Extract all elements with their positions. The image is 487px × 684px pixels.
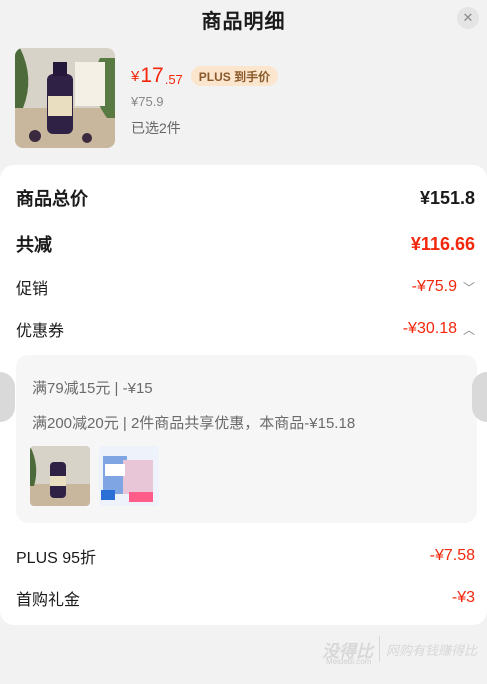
plus-discount-value: -¥7.58 [429, 547, 475, 564]
right-scroll-handle[interactable] [472, 372, 487, 422]
price-currency: ¥ [131, 67, 140, 85]
plus-price-badge: PLUS 到手价 [190, 66, 279, 86]
coupon-line-2: 满200减20元 | 2件商品共享优惠，本商品-¥15.18 [32, 415, 356, 432]
price-row: ¥ 17 .57 PLUS 到手价 [131, 64, 279, 88]
coupon-row[interactable]: 优惠券 -¥30.18 ︿ [16, 317, 475, 341]
coupon-line-1: 满79减15元 | -¥15 [32, 380, 153, 397]
coupon-product-image-1 [30, 446, 90, 506]
watermark-slogan: 网购有钱赚得比 [385, 642, 477, 658]
total-reduction-row: 共减 ¥116.66 [16, 231, 475, 257]
watermark-sub: Meidebi.com [325, 657, 372, 666]
first-purchase-label: 首购礼金 [16, 592, 81, 609]
left-scroll-handle[interactable] [0, 372, 15, 422]
price-detail-card: 商品总价 ¥151.8 共减 ¥116.66 促销 -¥75.9 ﹀ 优惠券 -… [0, 165, 487, 625]
watermark-divider [378, 636, 380, 662]
chevron-up-icon: ︿ [462, 322, 475, 337]
product-summary: ¥ 17 .57 PLUS 到手价 ¥75.9 已选2件 [15, 48, 475, 150]
coupon-product-image-2 [99, 446, 159, 506]
sheet-title: 商品明细 [201, 10, 286, 33]
coupon-value-wrap: -¥30.18 ︿ [403, 320, 475, 338]
promotion-label: 促销 [16, 281, 49, 298]
first-purchase-row: 首购礼金 -¥3 [16, 586, 475, 610]
sheet-header: 商品明细 ✕ [0, 0, 487, 38]
coupon-detail-box: 满79减15元 | -¥15 满200减20元 | 2件商品共享优惠，本商品-¥… [16, 355, 477, 523]
close-icon[interactable]: ✕ [457, 7, 479, 29]
watermark: 没得比 Meidebi.com 网购有钱赚得比 [322, 632, 477, 666]
total-price-label: 商品总价 [16, 189, 88, 209]
first-purchase-value: -¥3 [451, 589, 475, 606]
promotion-value-wrap: -¥75.9 ﹀ [412, 278, 475, 296]
original-price: ¥75.9 [131, 94, 164, 109]
price-decimal: .57 [164, 71, 183, 87]
promotion-row[interactable]: 促销 -¥75.9 ﹀ [16, 275, 475, 299]
coupon-value: -¥30.18 [402, 320, 457, 337]
promotion-value: -¥75.9 [411, 278, 457, 295]
plus-discount-label: PLUS 95折 [16, 550, 97, 567]
coupon-label: 优惠券 [16, 323, 65, 340]
selected-count: 已选2件 [131, 120, 181, 136]
total-reduction-value: ¥116.66 [410, 233, 475, 254]
chevron-down-icon: ﹀ [462, 280, 475, 295]
price-integer: 17 [140, 64, 164, 87]
total-reduction-label: 共减 [16, 235, 52, 255]
total-price-value: ¥151.8 [419, 187, 475, 208]
product-image [15, 48, 115, 148]
total-price-row: 商品总价 ¥151.8 [16, 185, 475, 211]
plus-discount-row: PLUS 95折 -¥7.58 [16, 544, 475, 568]
